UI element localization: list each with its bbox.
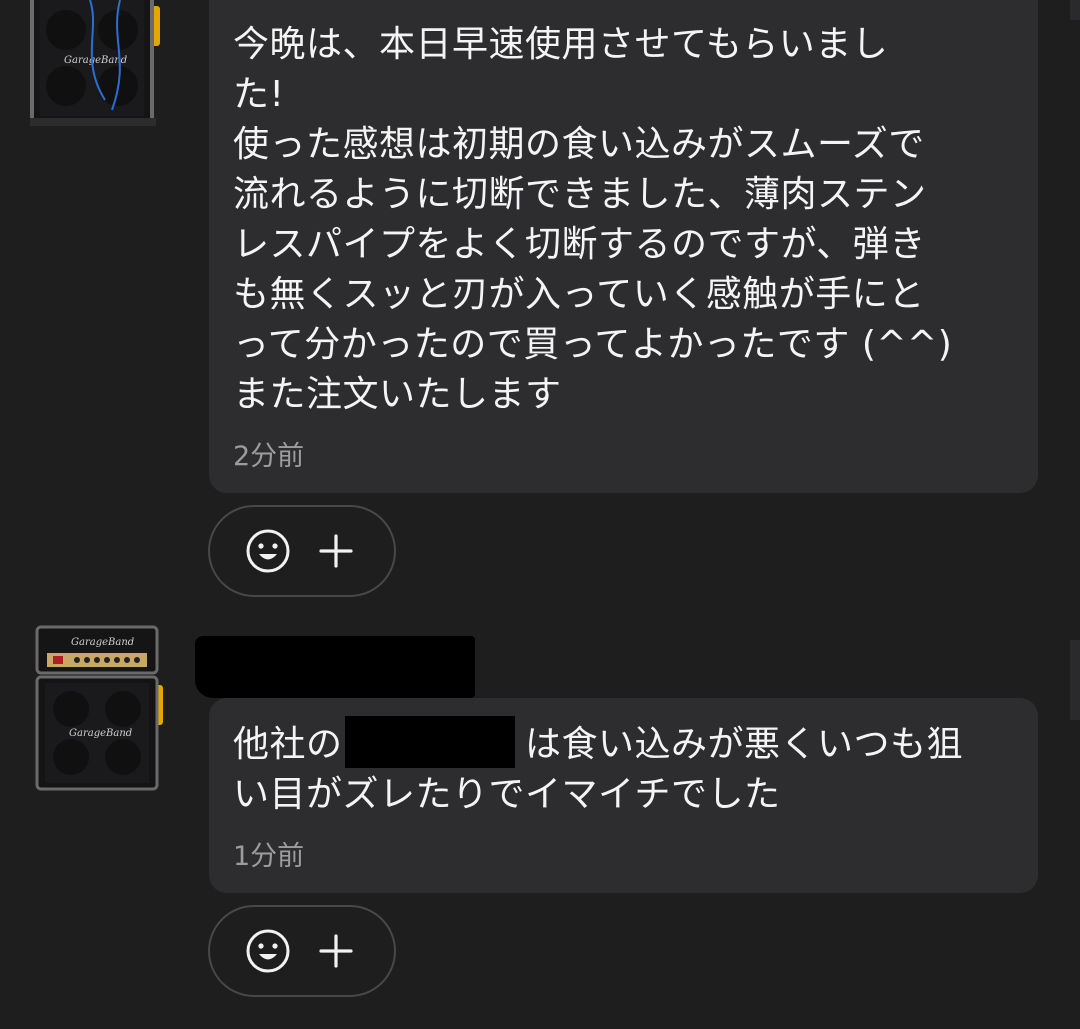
svg-text:GarageBand: GarageBand — [64, 55, 127, 66]
smiley-face-icon[interactable] — [244, 527, 292, 575]
message-text: 今晩は、本日早速使用させてもらいまし た! 使った感想は初期の食い込みがスムーズ… — [233, 24, 953, 415]
message-bubble: 今晩は、本日早速使用させてもらいまし た! 使った感想は初期の食い込みがスムーズ… — [209, 0, 1038, 493]
plus-icon[interactable] — [312, 527, 360, 575]
message-bubble: 他社の は食い込みが悪くいつも狙 い目がズレたりでイマイチでした 1分前 — [209, 698, 1038, 893]
reaction-bar — [208, 505, 396, 597]
avatar[interactable]: GarageBand — [30, 0, 160, 128]
scrollbar-track[interactable] — [1070, 0, 1080, 20]
redacted-product-name — [345, 716, 515, 768]
redacted-username — [195, 636, 475, 698]
message-timestamp: 1分前 — [233, 841, 305, 872]
reaction-bar — [208, 905, 396, 997]
message-timestamp: 2分前 — [233, 441, 305, 472]
avatar[interactable]: GarageBand GarageBand — [33, 625, 163, 795]
svg-text:GarageBand: GarageBand — [71, 637, 134, 648]
plus-icon[interactable] — [312, 927, 360, 975]
svg-text:GarageBand: GarageBand — [69, 728, 132, 739]
scrollbar-track[interactable] — [1070, 640, 1080, 720]
smiley-face-icon[interactable] — [244, 927, 292, 975]
